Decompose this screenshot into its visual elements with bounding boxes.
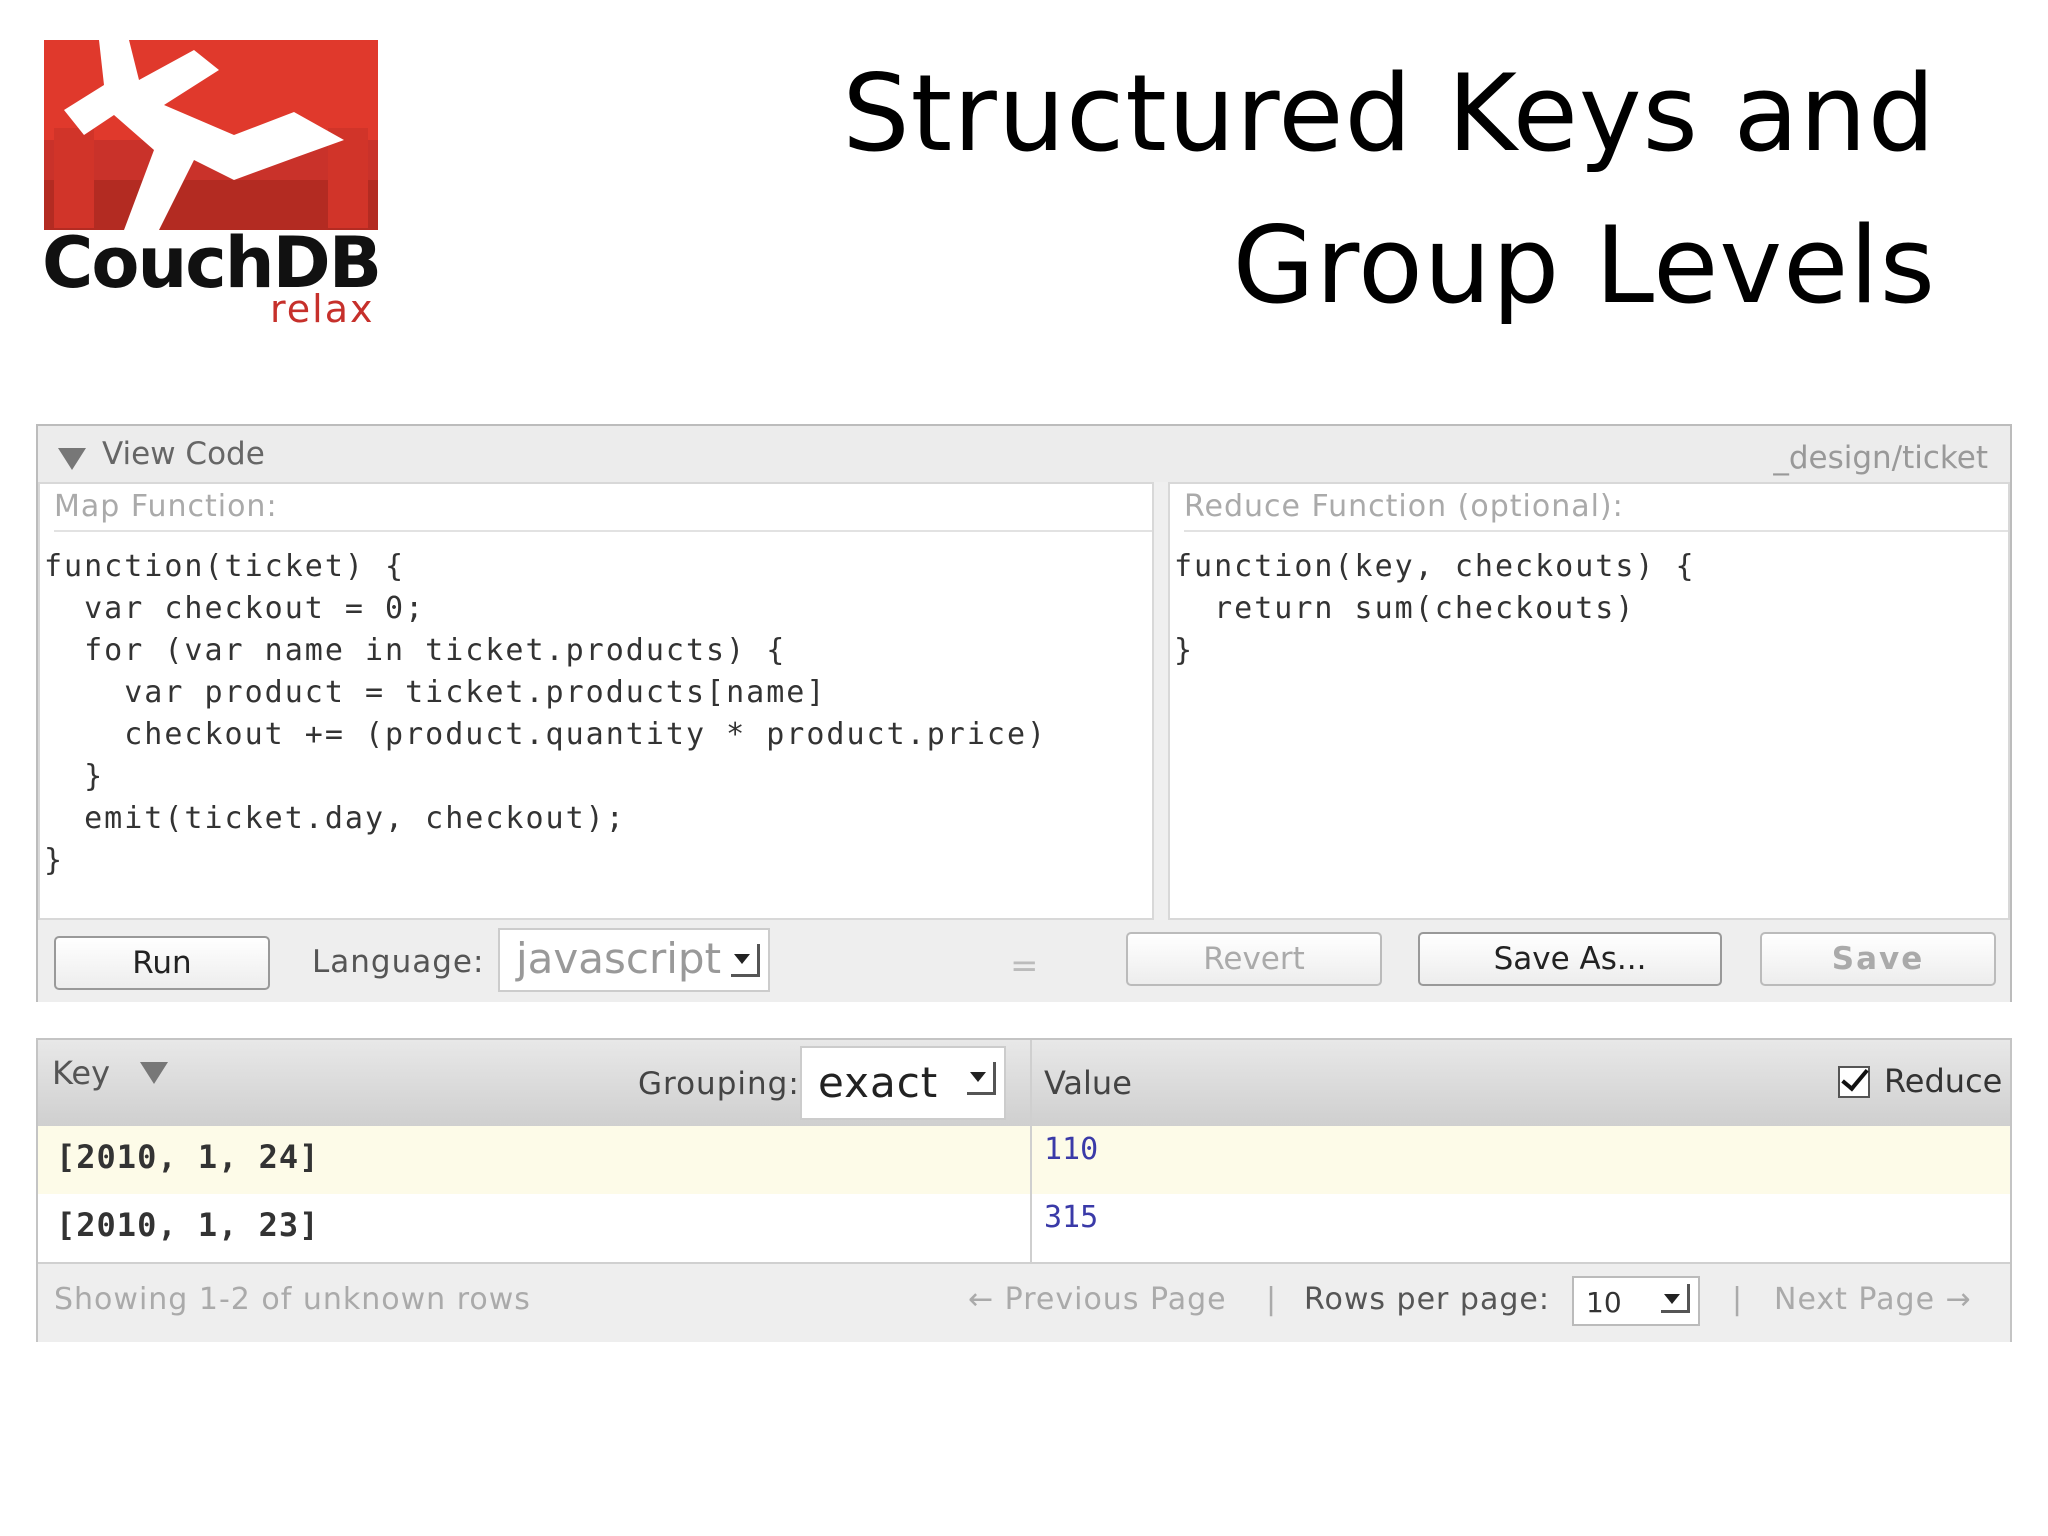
column-divider xyxy=(1030,1040,1032,1262)
grouping-value: exact xyxy=(818,1058,939,1107)
separator: | xyxy=(1732,1282,1743,1317)
rows-per-page-select[interactable]: 10 xyxy=(1572,1276,1700,1326)
results-footer: Showing 1-2 of unknown rows ← Previous P… xyxy=(38,1264,2010,1342)
row-value: 110 xyxy=(1044,1132,1099,1167)
slide-title: Structured Keys and Group Levels xyxy=(842,38,1936,342)
run-button[interactable]: Run xyxy=(54,936,270,990)
couchdb-logo: CouchDB relax xyxy=(42,40,382,340)
view-code-header[interactable]: View Code _design/ticket xyxy=(38,426,2010,482)
row-count-status: Showing 1-2 of unknown rows xyxy=(54,1282,531,1317)
revert-button[interactable]: Revert xyxy=(1126,932,1382,986)
dropdown-arrow-icon[interactable] xyxy=(967,1062,996,1095)
reduce-checkbox[interactable] xyxy=(1838,1066,1870,1098)
reduce-label[interactable]: Reduce xyxy=(1884,1062,2002,1100)
table-row[interactable]: [2010, 1, 24] 110 xyxy=(38,1126,2010,1194)
save-button[interactable]: Save xyxy=(1760,932,1996,986)
row-value: 315 xyxy=(1044,1200,1099,1235)
key-column-header[interactable]: Key xyxy=(52,1054,110,1092)
grouping-select[interactable]: exact xyxy=(800,1046,1006,1120)
map-function-label: Map Function: xyxy=(54,484,1152,532)
collapse-triangle-icon[interactable] xyxy=(58,448,86,470)
results-table: Key Grouping: exact Value Reduce [2010, … xyxy=(36,1038,2012,1342)
language-value: javascript xyxy=(516,934,722,983)
equals-icon: = xyxy=(1010,946,1039,986)
row-key: [2010, 1, 23] xyxy=(56,1206,320,1244)
previous-page-link[interactable]: ← Previous Page xyxy=(968,1282,1227,1317)
sort-triangle-icon[interactable] xyxy=(140,1062,168,1084)
rows-per-page-value: 10 xyxy=(1586,1286,1622,1319)
reduce-function-code[interactable]: function(key, checkouts) { return sum(ch… xyxy=(1174,546,1696,672)
separator: | xyxy=(1266,1282,1277,1317)
next-page-link[interactable]: Next Page → xyxy=(1774,1282,1972,1317)
language-label: Language: xyxy=(312,944,485,980)
dropdown-arrow-icon[interactable] xyxy=(731,944,760,977)
map-function-code[interactable]: function(ticket) { var checkout = 0; for… xyxy=(44,546,1047,882)
view-code-toolbar: Run Language: javascript = Revert Save A… xyxy=(38,920,2010,1002)
map-function-editor[interactable]: Map Function: function(ticket) { var che… xyxy=(38,482,1154,920)
table-row[interactable]: [2010, 1, 23] 315 xyxy=(38,1194,2010,1264)
language-select[interactable]: javascript xyxy=(498,928,770,992)
slide-title-line-2: Group Levels xyxy=(1232,204,1936,327)
view-code-panel: View Code _design/ticket Map Function: f… xyxy=(36,424,2012,1002)
grouping-label: Grouping: xyxy=(638,1066,800,1102)
slide-title-line-1: Structured Keys and xyxy=(842,52,1936,175)
results-header: Key Grouping: exact Value Reduce xyxy=(38,1040,2010,1126)
reduce-function-editor[interactable]: Reduce Function (optional): function(key… xyxy=(1168,482,2010,920)
view-code-toggle[interactable]: View Code xyxy=(102,436,265,472)
value-column-header: Value xyxy=(1044,1064,1132,1102)
logo-tagline: relax xyxy=(270,287,375,331)
rows-per-page-label: Rows per page: xyxy=(1304,1282,1550,1317)
row-key: [2010, 1, 24] xyxy=(56,1138,320,1176)
couch-logo-icon xyxy=(44,40,378,230)
dropdown-arrow-icon[interactable] xyxy=(1661,1284,1690,1313)
design-doc-name: _design/ticket xyxy=(1773,440,1988,476)
reduce-function-label: Reduce Function (optional): xyxy=(1184,484,2008,532)
save-as-button[interactable]: Save As... xyxy=(1418,932,1722,986)
